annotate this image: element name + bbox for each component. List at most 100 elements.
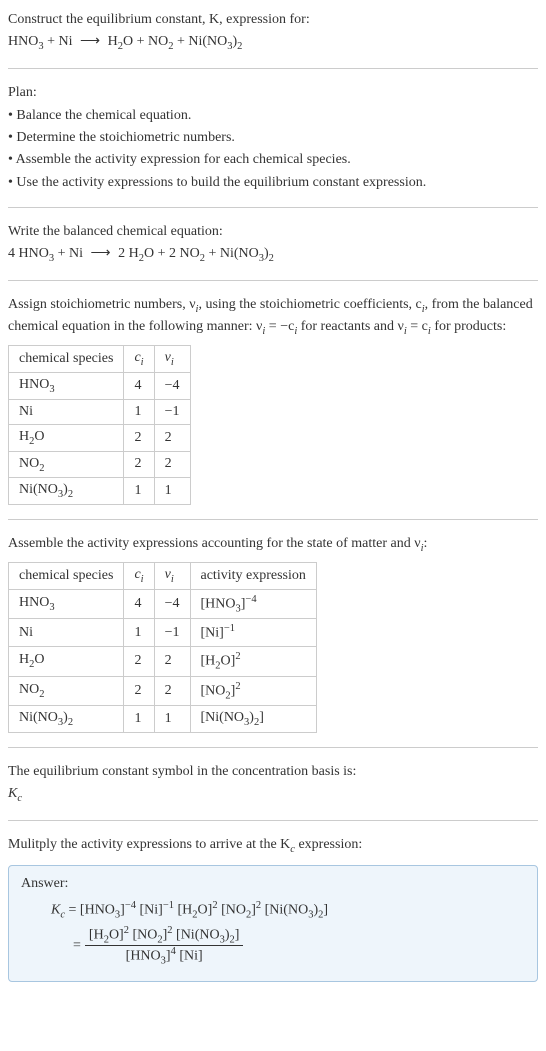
cell-species: HNO3 (9, 589, 124, 618)
subscript: 2 (39, 462, 44, 473)
subscript: i (141, 574, 144, 585)
superscript: 2 (235, 651, 240, 662)
plan-bullet-2: • Determine the stoichiometric numbers. (8, 128, 538, 148)
species: H (19, 652, 29, 667)
symbol-text: The equilibrium constant symbol in the c… (8, 762, 538, 782)
divider (8, 68, 538, 69)
activity-table: chemical species ci νi activity expressi… (8, 562, 317, 733)
cell-vi: 2 (154, 676, 190, 705)
superscript: −1 (163, 900, 174, 911)
plan-bullet-1: • Balance the chemical equation. (8, 106, 538, 126)
species-hno3: HNO (8, 34, 38, 49)
term: [Ni] (176, 949, 203, 964)
activity: [Ni (201, 626, 220, 641)
col-vi: νi (154, 346, 190, 373)
cell-species: Ni (9, 399, 124, 424)
coeff-h2o: 2 H (115, 246, 139, 261)
superscript: 2 (235, 681, 240, 692)
assign-text: for reactants and ν (297, 319, 404, 334)
cell-ci: 1 (124, 619, 154, 647)
cell-vi: 1 (154, 478, 190, 505)
cell-ci: 2 (124, 647, 154, 676)
cell-vi: 1 (154, 705, 190, 732)
table-row: H2O 2 2 (9, 424, 191, 451)
species: O (34, 652, 44, 667)
col-activity: activity expression (190, 563, 316, 590)
fraction: [H2O]2 [NO2]2 [Ni(NO3)2] [HNO3]4 [Ni] (85, 925, 244, 967)
assemble-text: : (424, 536, 428, 551)
multiply-text: expression: (295, 837, 362, 852)
subscript: 3 (49, 384, 54, 395)
assign-text: = c (407, 319, 428, 334)
cell-ci: 2 (124, 676, 154, 705)
activity: O] (221, 654, 236, 669)
cell-activity: [NO2]2 (190, 676, 316, 705)
cell-species: NO2 (9, 676, 124, 705)
species: NO (19, 456, 39, 471)
species: HNO (19, 377, 49, 392)
table-header-row: chemical species ci νi activity expressi… (9, 563, 317, 590)
symbol-kc: Kc (8, 784, 538, 806)
activity: [HNO (201, 597, 236, 612)
intro-text: Construct the equilibrium constant, K, e… (8, 12, 310, 27)
col-species: chemical species (9, 346, 124, 373)
superscript: −1 (224, 623, 235, 634)
cell-activity: [H2O]2 (190, 647, 316, 676)
kc-var: K (51, 903, 60, 918)
table-row: Ni(NO3)2 1 1 (9, 478, 191, 505)
table-row: NO2 2 2 (9, 451, 191, 478)
table-row: HNO3 4 −4 [HNO3]−4 (9, 589, 317, 618)
term: [H (174, 903, 192, 918)
cell-vi: −1 (154, 399, 190, 424)
subscript: i (171, 357, 174, 368)
answer-expression-line1: Kc = [HNO3]−4 [Ni]−1 [H2O]2 [NO2]2 [Ni(N… (51, 898, 525, 923)
cell-species: H2O (9, 424, 124, 451)
cell-species: H2O (9, 647, 124, 676)
cell-species: Ni (9, 619, 124, 647)
divider (8, 207, 538, 208)
species: H (19, 429, 29, 444)
cell-ci: 1 (124, 399, 154, 424)
species: Ni(NO (19, 482, 58, 497)
species: NO (19, 682, 39, 697)
divider (8, 820, 538, 821)
cell-vi: 2 (154, 647, 190, 676)
table-row: Ni 1 −1 (9, 399, 191, 424)
balanced-equation: 4 HNO3 + Ni ⟶ 2 H2O + 2 NO2 + Ni(NO3)2 (8, 244, 538, 266)
col-ci: ci (124, 563, 154, 590)
table-header-row: chemical species ci νi (9, 346, 191, 373)
cell-species: Ni(NO3)2 (9, 705, 124, 732)
activity: [Ni(NO (201, 710, 245, 725)
subscript: 2 (39, 689, 44, 700)
divider (8, 280, 538, 281)
divider (8, 519, 538, 520)
col-vi: νi (154, 563, 190, 590)
subscript: c (17, 793, 22, 804)
cell-ci: 1 (124, 705, 154, 732)
intro-equation: HNO3 + Ni ⟶ H2O + NO2 + Ni(NO3)2 (8, 32, 538, 54)
coeff-no2: O + 2 NO (144, 246, 200, 261)
cell-vi: 2 (154, 451, 190, 478)
assign-text: , using the stoichiometric coefficients,… (198, 297, 421, 312)
cell-activity: [Ni(NO3)2] (190, 705, 316, 732)
assign-text: = −c (265, 319, 294, 334)
plan-bullet-4: • Use the activity expressions to build … (8, 173, 538, 193)
subscript: 2 (269, 253, 274, 264)
answer-expression-line2: = [H2O]2 [NO2]2 [Ni(NO3)2] [HNO3]4 [Ni] (73, 925, 525, 967)
answer-box: Answer: Kc = [HNO3]−4 [Ni]−1 [H2O]2 [NO2… (8, 865, 538, 982)
table-row: HNO3 4 −4 (9, 372, 191, 399)
species: O (34, 429, 44, 444)
term: [H (89, 927, 104, 942)
assign-text: for products: (431, 319, 506, 334)
balanced-heading: Write the balanced chemical equation: (8, 222, 538, 242)
subscript: i (171, 574, 174, 585)
species: Ni(NO (19, 710, 58, 725)
plus-ni: + Ni (54, 246, 86, 261)
species-nino3: + Ni(NO (173, 34, 227, 49)
term: [Ni(NO (173, 927, 220, 942)
multiply-text: Mulitply the activity expressions to arr… (8, 837, 290, 852)
cell-species: HNO3 (9, 372, 124, 399)
table-row: NO2 2 2 [NO2]2 (9, 676, 317, 705)
document-page: Construct the equilibrium constant, K, e… (0, 0, 546, 998)
table-row: H2O 2 2 [H2O]2 (9, 647, 317, 676)
